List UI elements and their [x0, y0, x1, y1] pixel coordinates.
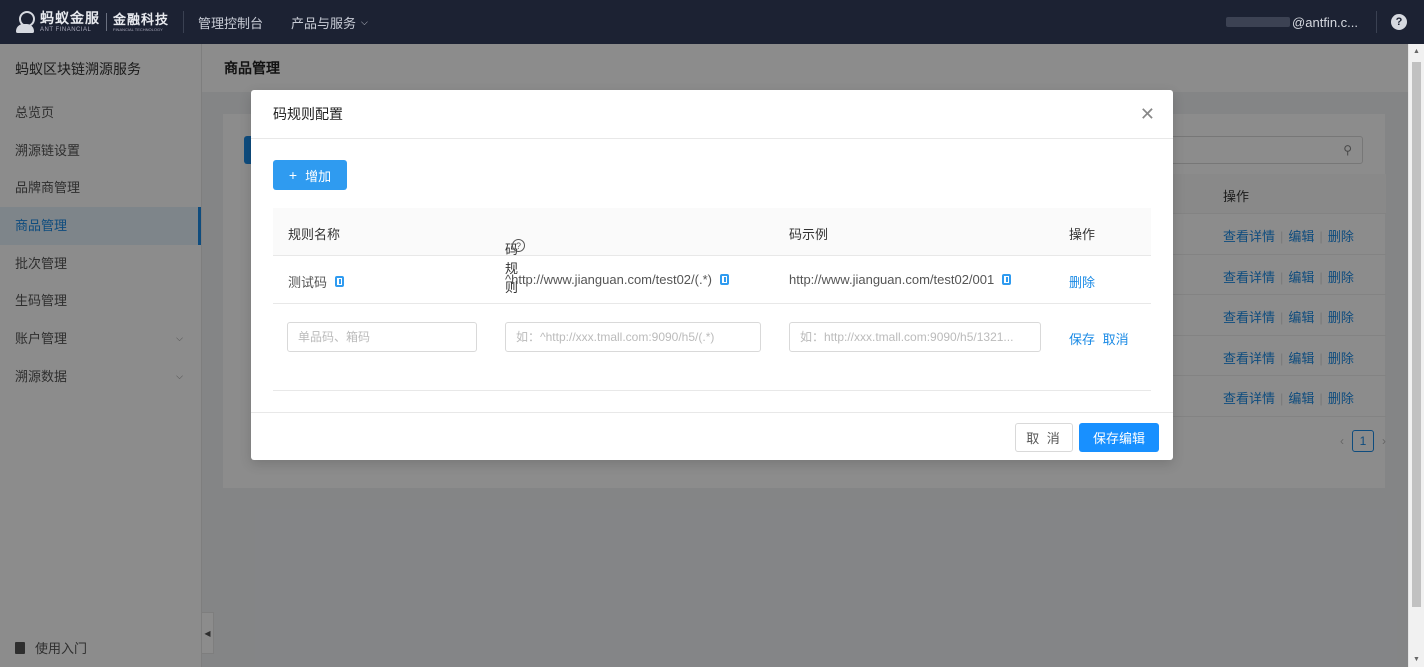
rule-example-input[interactable] [789, 322, 1041, 352]
copy-icon[interactable] [719, 274, 729, 285]
column-header-name: 规则名称 [288, 227, 341, 242]
rule-pattern-input[interactable] [505, 322, 761, 352]
vertical-scrollbar[interactable]: ▲ ▼ [1408, 44, 1424, 667]
new-rule-row: 保存 取消 [273, 304, 1151, 391]
save-rule-link[interactable]: 保存 [1069, 332, 1095, 347]
user-account-menu[interactable]: @antfin.c... [1292, 15, 1358, 30]
logo-english: ANT FINANCIAL [40, 27, 92, 33]
scroll-down-arrow-icon[interactable]: ▼ [1413, 656, 1420, 663]
delete-rule-link[interactable]: 删除 [1069, 272, 1095, 291]
close-icon[interactable]: ✕ [1140, 90, 1155, 139]
dialog-footer: 取 消 保存编辑 [251, 412, 1173, 460]
code-rule-config-dialog: 码规则配置 ✕ + 增加 规则名称 码规则 ? 码示例 操作 测试码 ^http… [251, 90, 1173, 460]
rule-name-cell: 测试码 [288, 275, 328, 290]
top-navigation-bar: 蚂蚁金服 ANT FINANCIAL 金融科技 FINANCIAL TECHNO… [0, 0, 1424, 44]
table-row: 测试码 ^http://www.jianguan.com/test02/(.*)… [273, 256, 1151, 304]
logo-divider [106, 13, 107, 31]
nav-console-link[interactable]: 管理控制台 [198, 13, 263, 32]
brand-logo[interactable]: 蚂蚁金服 ANT FINANCIAL 金融科技 FINANCIAL TECHNO… [0, 0, 169, 44]
question-circle-icon[interactable]: ? [512, 239, 525, 252]
fintech-english: FINANCIAL TECHNOLOGY [113, 26, 163, 32]
dialog-title: 码规则配置 [273, 106, 343, 122]
cancel-rule-link[interactable]: 取消 [1103, 332, 1129, 347]
column-header-example: 码示例 [789, 227, 829, 242]
chevron-down-icon: ⌵ [361, 16, 368, 27]
table-header: 规则名称 码规则 ? 码示例 操作 [273, 208, 1151, 295]
copy-icon[interactable] [1002, 274, 1012, 285]
logo-name: 蚂蚁金服 [40, 10, 100, 26]
add-rule-button[interactable]: + 增加 [273, 160, 347, 190]
redacted-username [1226, 17, 1291, 27]
help-icon[interactable]: ? [1391, 14, 1407, 30]
cancel-button[interactable]: 取 消 [1015, 423, 1073, 452]
rule-table: 规则名称 码规则 ? 码示例 操作 测试码 ^http://www.jiangu… [273, 208, 1151, 391]
rule-example-cell: http://www.jianguan.com/test02/001 [789, 272, 995, 287]
ant-logo-icon [14, 9, 36, 35]
plus-icon: + [288, 167, 298, 183]
scroll-up-arrow-icon[interactable]: ▲ [1413, 48, 1420, 55]
rule-name-input[interactable] [287, 322, 477, 352]
save-edit-button[interactable]: 保存编辑 [1079, 423, 1159, 452]
nav-divider [183, 11, 185, 33]
header-divider [1376, 11, 1377, 33]
nav-products-dropdown[interactable]: 产品与服务 ⌵ [291, 13, 368, 32]
scrollbar-thumb[interactable] [1412, 62, 1421, 607]
column-header-action: 操作 [1069, 227, 1096, 242]
fintech-name: 金融科技 [113, 11, 170, 27]
nav-console-label: 管理控制台 [198, 15, 264, 31]
nav-products-label: 产品与服务 [291, 15, 357, 31]
copy-icon[interactable] [335, 276, 345, 287]
rule-pattern-cell: ^http://www.jianguan.com/test02/(.*) [505, 272, 712, 287]
dialog-header: 码规则配置 ✕ [251, 90, 1173, 139]
add-rule-label: 增加 [305, 168, 332, 184]
